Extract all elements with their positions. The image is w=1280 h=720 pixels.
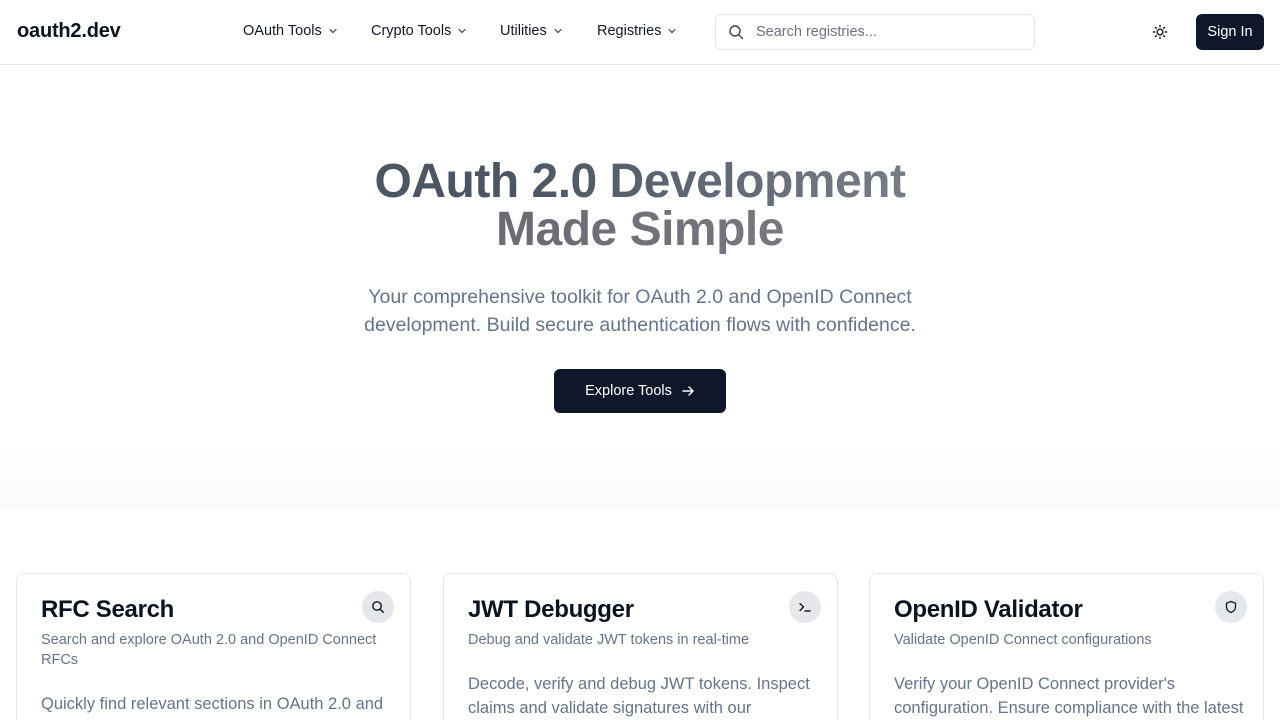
terminal-icon — [799, 602, 811, 612]
search-icon — [372, 601, 384, 613]
shield-icon — [1225, 600, 1237, 614]
arrow-right-icon — [682, 386, 694, 396]
site-header: oauth2.dev OAuth Tools Crypto Tools Util… — [0, 0, 1280, 65]
sun-icon — [1152, 24, 1168, 40]
explore-tools-label: Explore Tools — [585, 383, 672, 399]
search-input[interactable] — [756, 21, 1026, 43]
explore-tools-button[interactable]: Explore Tools — [554, 369, 726, 413]
card-description: Verify your OpenID Connect provider's co… — [894, 675, 1244, 717]
site-logo[interactable]: oauth2.dev — [17, 20, 121, 43]
card-title: OpenID Validator — [894, 596, 1083, 623]
theme-toggle-button[interactable] — [1146, 18, 1174, 46]
nav-label: OAuth Tools — [243, 23, 322, 39]
chevron-down-icon — [458, 28, 466, 34]
card-icon-badge — [1215, 591, 1247, 623]
hero-title-line-1: OAuth 2.0 Development — [0, 158, 1280, 206]
chevron-down-icon — [329, 28, 337, 34]
hero-title-line-2: Made Simple — [0, 206, 1280, 254]
chevron-down-icon — [668, 28, 677, 34]
nav-crypto-tools[interactable]: Crypto Tools — [371, 23, 467, 39]
hero-section: OAuth 2.0 Development Made Simple Your c… — [0, 65, 1280, 510]
nav-label: Crypto Tools — [371, 23, 452, 39]
card-description: Quickly find relevant sections in OAuth … — [41, 695, 384, 713]
card-jwt-debugger[interactable]: JWT Debugger Debug and validate JWT toke… — [443, 573, 838, 720]
nav-oauth-tools[interactable]: OAuth Tools — [243, 23, 338, 39]
card-subtitle: Search and explore OAuth 2.0 and OpenID … — [41, 632, 377, 668]
nav-label: Utilities — [500, 23, 547, 39]
registry-search — [715, 14, 1035, 50]
card-description: Decode, verify and debug JWT tokens. Ins… — [468, 675, 810, 717]
card-openid-validator[interactable]: OpenID Validator Validate OpenID Connect… — [869, 573, 1264, 720]
chevron-down-icon — [554, 28, 562, 34]
nav-registries[interactable]: Registries — [597, 23, 677, 39]
nav-utilities[interactable]: Utilities — [500, 23, 563, 39]
card-icon-badge — [362, 591, 394, 623]
nav-label: Registries — [597, 23, 662, 39]
sign-in-button[interactable]: Sign In — [1196, 14, 1264, 50]
hero-title: OAuth 2.0 Development Made Simple — [0, 158, 1280, 254]
search-icon — [729, 25, 744, 40]
card-icon-badge — [789, 591, 821, 623]
hero-subtitle: Your comprehensive toolkit for OAuth 2.0… — [364, 286, 916, 336]
card-rfc-search[interactable]: RFC Search Search and explore OAuth 2.0 … — [16, 573, 411, 720]
card-title: RFC Search — [41, 596, 175, 623]
card-title: JWT Debugger — [468, 596, 634, 623]
card-subtitle: Validate OpenID Connect configurations — [894, 632, 1152, 648]
card-subtitle: Debug and validate JWT tokens in real-ti… — [468, 632, 750, 648]
